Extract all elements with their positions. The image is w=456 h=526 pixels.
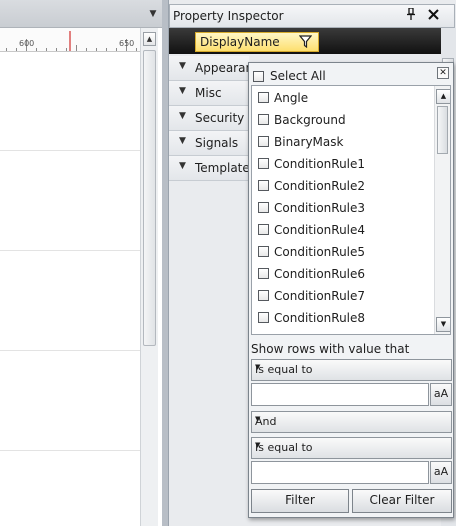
checkbox[interactable]: [258, 136, 269, 147]
checkbox[interactable]: [258, 246, 269, 257]
checkbox[interactable]: [258, 224, 269, 235]
ruler-position-marker: [69, 31, 71, 51]
panel-title: Property Inspector: [173, 9, 284, 23]
list-item[interactable]: Background: [258, 109, 346, 131]
close-icon[interactable]: [428, 6, 439, 24]
list-item-label: ConditionRule8: [274, 311, 366, 325]
list-item-label: ConditionRule4: [274, 223, 366, 237]
category-misc[interactable]: ▼ Misc: [169, 81, 249, 106]
checkbox[interactable]: [258, 312, 269, 323]
list-item-label: ConditionRule6: [274, 267, 366, 281]
category-label: Template: [195, 161, 250, 175]
checkbox[interactable]: [253, 71, 264, 82]
list-item-label: ConditionRule7: [274, 289, 366, 303]
dropdown-arrow-icon: ▼: [255, 441, 261, 449]
logical-operator-select[interactable]: And ▼: [251, 411, 452, 433]
close-icon[interactable]: ✕: [437, 67, 449, 79]
column-header-label: DisplayName: [200, 35, 280, 49]
list-item[interactable]: ConditionRule4: [258, 219, 365, 241]
checkbox[interactable]: [258, 180, 269, 191]
category-label: Security: [195, 111, 245, 125]
category-security[interactable]: ▼ Security: [169, 106, 249, 131]
category-label: Misc: [195, 86, 222, 100]
list-item[interactable]: ConditionRule5: [258, 241, 365, 263]
list-item[interactable]: ConditionRule2: [258, 175, 365, 197]
pin-icon[interactable]: [406, 7, 416, 23]
list-vertical-scrollbar[interactable]: ▲ ▼: [434, 86, 450, 334]
ruler-label: 650: [119, 39, 135, 48]
checkbox[interactable]: [258, 92, 269, 103]
checkbox[interactable]: [258, 202, 269, 213]
filter-value-input-1[interactable]: [251, 383, 429, 406]
category-label: Signals: [195, 136, 239, 150]
scrollbar-thumb[interactable]: [437, 106, 448, 154]
column-filter-popup: Select All ✕ Angle Background BinaryMask…: [248, 62, 454, 518]
match-case-toggle-1[interactable]: aA: [430, 383, 452, 406]
filter-value-input-2[interactable]: [251, 461, 429, 484]
chevron-down-icon: ▼: [179, 161, 186, 171]
ruler-label: 600: [19, 39, 35, 48]
select-all-checkbox[interactable]: Select All: [253, 69, 326, 83]
displayname-column-header[interactable]: DisplayName: [195, 32, 319, 52]
operator-select-1[interactable]: Is equal to ▼: [251, 359, 452, 381]
category-signals[interactable]: ▼ Signals: [169, 131, 249, 156]
checkbox[interactable]: [258, 290, 269, 301]
panel-header: Property Inspector: [169, 4, 455, 28]
dropdown-arrow-icon: ▼: [255, 363, 261, 371]
list-item-label: ConditionRule5: [274, 245, 366, 259]
clear-filter-button[interactable]: Clear Filter: [352, 489, 452, 513]
canvas-vertical-scrollbar[interactable]: ▲: [140, 28, 158, 526]
list-item-label: ConditionRule2: [274, 179, 366, 193]
scrollbar-thumb[interactable]: [143, 50, 156, 346]
list-item[interactable]: ConditionRule6: [258, 263, 365, 285]
document-list-dropdown-icon[interactable]: ▼: [146, 7, 160, 21]
list-item[interactable]: ConditionRule3: [258, 197, 365, 219]
dropdown-arrow-icon: ▼: [255, 415, 261, 423]
list-item[interactable]: Angle: [258, 87, 308, 109]
funnel-icon[interactable]: [298, 35, 313, 51]
design-canvas[interactable]: [0, 52, 140, 526]
chevron-down-icon: ▼: [179, 61, 186, 71]
operator-select-2[interactable]: Is equal to ▼: [251, 437, 452, 459]
list-item-label: Angle: [274, 91, 309, 105]
checkbox[interactable]: [258, 114, 269, 125]
chevron-down-icon: ▼: [179, 86, 186, 96]
list-item-label: BinaryMask: [274, 135, 344, 149]
checkbox[interactable]: [258, 268, 269, 279]
checkbox[interactable]: [258, 158, 269, 169]
list-item-label: ConditionRule3: [274, 201, 366, 215]
category-appearance[interactable]: ▼ Appearance: [169, 56, 267, 81]
scroll-up-icon[interactable]: ▲: [436, 89, 450, 104]
select-all-label: Select All: [270, 69, 326, 83]
scroll-down-icon[interactable]: ▼: [436, 317, 450, 332]
filter-button[interactable]: Filter: [251, 489, 349, 513]
list-item-label: ConditionRule1: [274, 157, 366, 171]
category-template[interactable]: ▼ Template: [169, 156, 250, 181]
scroll-up-icon[interactable]: ▲: [143, 32, 156, 46]
list-item[interactable]: ConditionRule8: [258, 307, 365, 329]
match-case-toggle-2[interactable]: aA: [430, 461, 452, 484]
list-item[interactable]: ConditionRule7: [258, 285, 365, 307]
show-rows-label: Show rows with value that: [251, 342, 410, 356]
list-item[interactable]: BinaryMask: [258, 131, 343, 153]
list-item-label: Background: [274, 113, 346, 127]
document-tab-strip: [0, 0, 164, 28]
horizontal-ruler: 600 650: [0, 28, 140, 52]
chevron-down-icon: ▼: [179, 111, 186, 121]
chevron-down-icon: ▼: [179, 136, 186, 146]
distinct-values-list[interactable]: Angle Background BinaryMask ConditionRul…: [251, 85, 451, 335]
list-item[interactable]: ConditionRule1: [258, 153, 365, 175]
